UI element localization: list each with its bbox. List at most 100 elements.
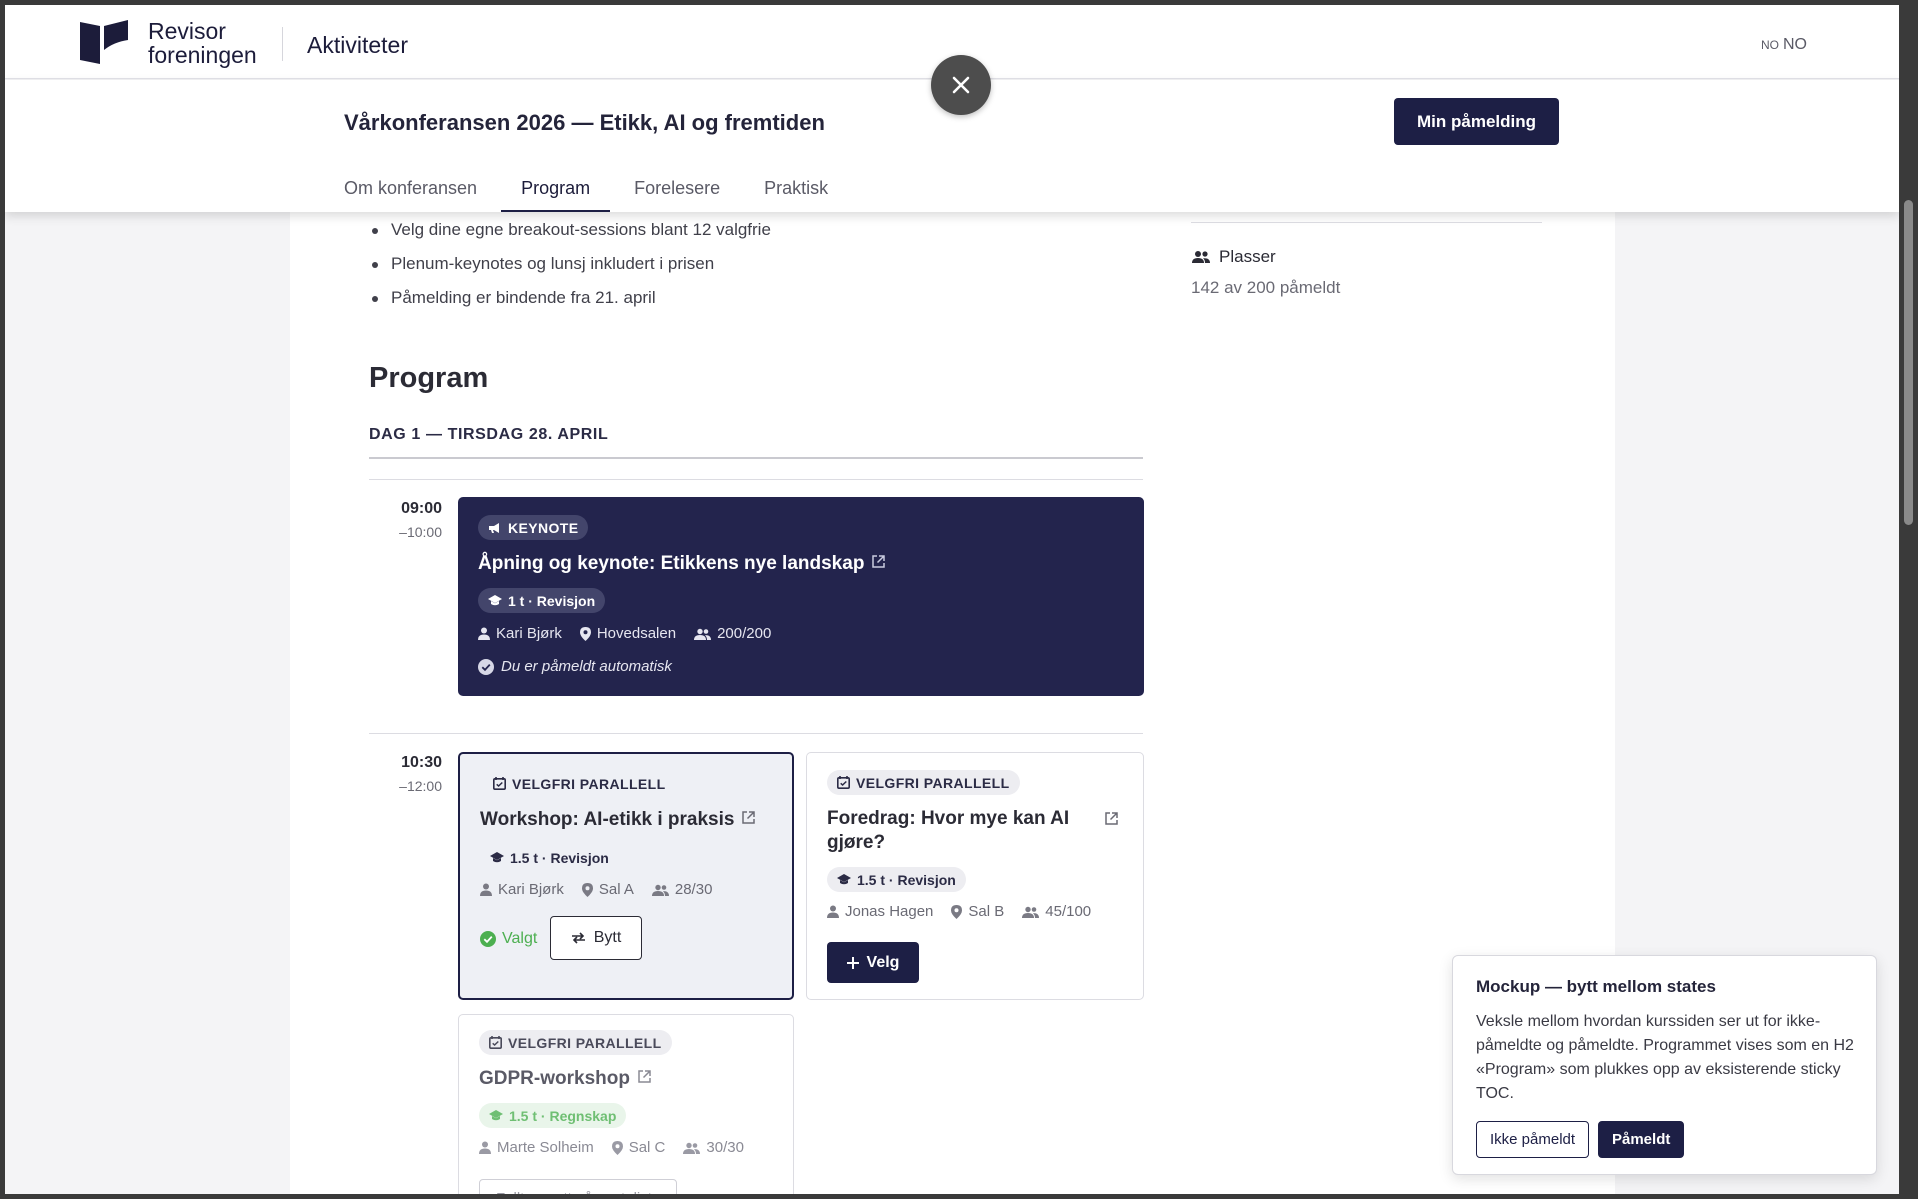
vertical-scrollbar[interactable] [1899,0,1918,1199]
choose-button-label: Velg [866,953,900,971]
places-value: 142 av 200 påmeldt [1191,278,1341,297]
location-pin-icon [581,882,593,897]
credit-text: 1.5 t · Regnskap [509,1107,617,1124]
language-label: NO [1783,36,1807,53]
external-link-icon[interactable] [872,555,886,568]
mockup-description: Veksle mellom hvordan kurssiden ser ut f… [1476,1013,1854,1102]
person-icon [480,883,492,896]
scrollbar-thumb[interactable] [1904,200,1913,525]
external-link-icon[interactable] [638,1070,651,1083]
main-content: Velg dine egne breakout-sessions blant 1… [290,212,1615,1194]
language-code-small: NO [1761,38,1779,52]
speaker-name: Kari Bjørk [496,625,562,642]
graduation-cap-icon [488,595,502,606]
chosen-status: Valgt [480,930,537,948]
sidebar-divider [1191,222,1542,223]
session-card[interactable]: VELGFRI PARALLELL Foredrag: Hvor mye kan… [806,752,1144,1000]
logo-line-2: foreningen [148,42,257,68]
mockup-title: Mockup — bytt mellom states [1476,977,1716,996]
session-meta: Kari Bjørk Hovedsalen 200/200 [478,625,789,642]
session-title[interactable]: GDPR-workshop [479,1067,651,1091]
list-item: Velg dine egne breakout-sessions blant 1… [372,220,771,254]
tab-speakers[interactable]: Forelesere [634,165,720,212]
credit-text: 1.5 t · Revisjon [857,871,956,888]
auto-registered-status: Du er påmeldt automatisk [478,658,672,675]
conference-tabs: Om konferansen Program Forelesere Prakti… [344,165,872,212]
chosen-text: Valgt [502,930,538,947]
conference-title: Vårkonferansen 2026 — Etikk, AI og fremt… [344,110,825,135]
graduation-cap-icon [489,1110,503,1121]
slot-divider [369,733,1143,734]
credit-badge: 1 t · Revisjon [478,588,606,613]
revisorforeningen-logo-icon[interactable] [80,20,128,64]
credit-text: 1.5 t · Revisjon [510,849,609,866]
speaker-name: Kari Bjørk [498,881,564,898]
app-title[interactable]: Aktiviteter [307,32,408,59]
session-type-badge: VELGFRI PARALLELL [480,771,676,796]
choose-button[interactable]: Velg [827,942,919,983]
slot-time: 10:30 –12:00 [369,754,442,794]
swap-button[interactable]: Bytt [550,916,642,960]
session-title[interactable]: Foredrag: Hvor mye kan AI gjøre? [827,807,1087,855]
tab-practical[interactable]: Praktisk [764,165,828,212]
mockup-state-panel: Mockup — bytt mellom states Veksle mello… [1452,955,1877,1175]
session-type-text: VELGFRI PARALLELL [512,775,666,792]
calendar-check-icon [837,776,850,789]
places-label: Plasser [1191,247,1276,267]
check-circle-icon [478,658,494,675]
registered-state-button[interactable]: Påmeldt [1598,1121,1685,1158]
capacity: 28/30 [674,881,713,898]
places-label-text: Plasser [1219,247,1276,266]
slot-divider [369,479,1143,480]
session-title-text: GDPR-workshop [479,1068,630,1089]
day-heading-underline [369,457,1143,459]
slot-time: 09:00 –10:00 [369,500,442,540]
language-switcher[interactable]: NO NO [1761,36,1807,54]
graduation-cap-icon [490,852,504,863]
logo-line-1: Revisor [148,18,226,44]
person-icon [478,627,490,640]
room-name: Sal B [968,903,1005,920]
session-type-badge: VELGFRI PARALLELL [479,1030,672,1055]
keynote-card[interactable]: KEYNOTE Åpning og keynote: Etikkens nye … [458,497,1144,696]
session-meta: Marte Solheim Sal C 30/30 [479,1139,762,1156]
capacity: 200/200 [717,625,772,642]
slot-start: 10:30 [401,754,442,771]
slot-end: –12:00 [399,778,442,794]
session-type-text: KEYNOTE [508,519,579,536]
location-pin-icon [579,626,591,641]
tab-program[interactable]: Program [501,165,611,212]
person-icon [827,905,839,918]
session-title-text: Workshop: AI-etikk i praksis [480,809,735,830]
person-icon [479,1141,491,1154]
room-name: Hovedsalen [596,625,677,642]
session-type-text: VELGFRI PARALLELL [856,774,1010,791]
program-heading: Program [369,362,489,394]
my-registration-button[interactable]: Min påmelding [1394,98,1559,145]
close-button[interactable] [931,55,991,115]
session-title[interactable]: Workshop: AI-etikk i praksis [480,808,756,832]
highlights-list: Velg dine egne breakout-sessions blant 1… [372,220,771,322]
people-icon [651,884,669,896]
people-icon [694,628,712,640]
calendar-check-icon [493,777,506,790]
session-title[interactable]: Åpning og keynote: Etikkens nye landskap [478,552,886,576]
not-registered-state-button[interactable]: Ikke påmeldt [1476,1121,1590,1158]
room-name: Sal C [628,1139,666,1156]
external-link-icon[interactable] [1105,812,1118,825]
slot-end: –10:00 [399,524,442,540]
slot-start: 09:00 [401,500,442,517]
logo-wordmark[interactable]: Revisor foreningen [148,19,257,67]
tab-about[interactable]: Om konferansen [344,165,477,212]
session-type-badge: VELGFRI PARALLELL [827,770,1020,795]
session-type-text: VELGFRI PARALLELL [508,1034,662,1051]
session-card-full[interactable]: VELGFRI PARALLELL GDPR-workshop 1.5 t · … [458,1014,794,1194]
people-icon [1192,251,1210,263]
swap-arrows-icon [571,932,585,944]
session-type-badge: KEYNOTE [478,515,589,540]
session-card-selected[interactable]: VELGFRI PARALLELL Workshop: AI-etikk i p… [458,752,794,1000]
external-link-icon[interactable] [742,811,756,824]
session-meta: Kari Bjørk Sal A 28/30 [480,881,730,898]
waitlist-button[interactable]: Fullt — sett på venteliste [479,1179,678,1194]
list-item: Plenum-keynotes og lunsj inkludert i pri… [372,254,771,288]
